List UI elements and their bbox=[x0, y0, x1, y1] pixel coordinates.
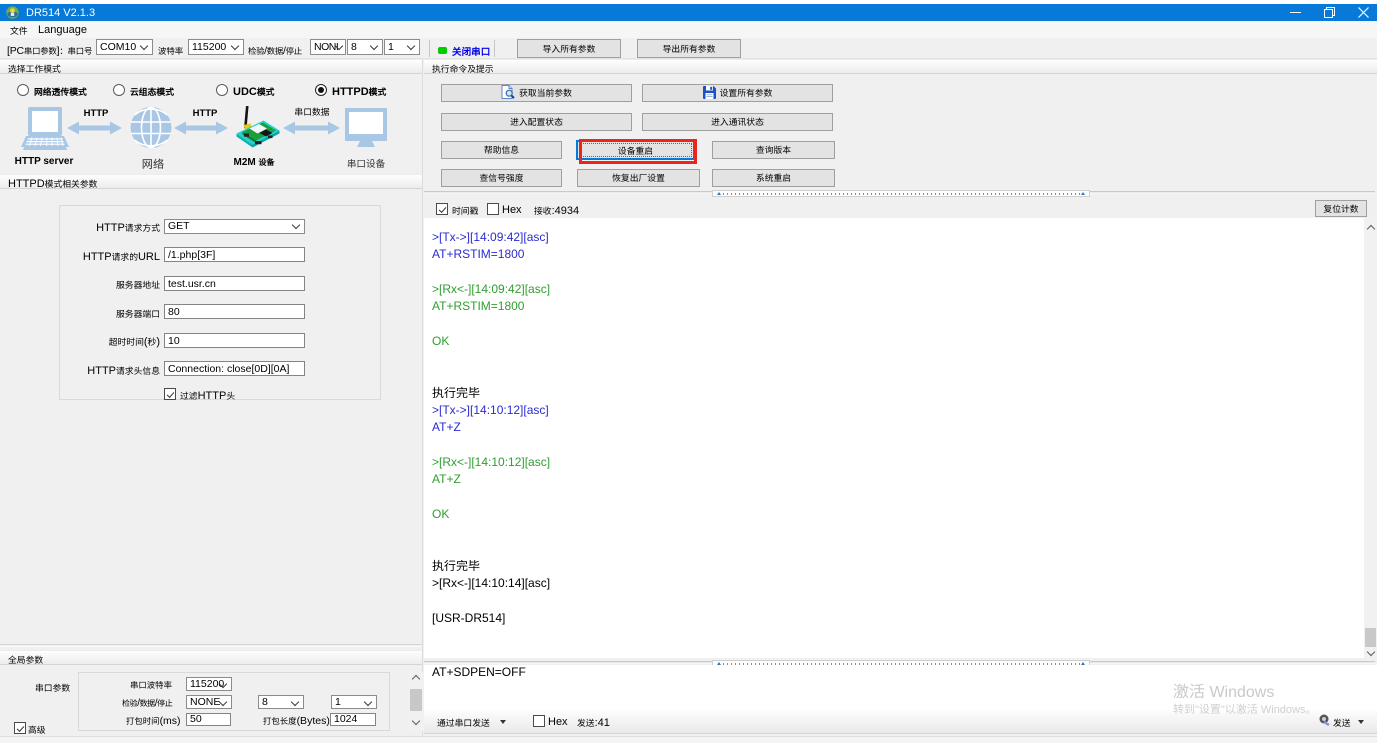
svg-text:网络: 网络 bbox=[142, 155, 164, 171]
svg-text:M2M 设备: M2M 设备 bbox=[234, 157, 276, 168]
svg-text:串口数据: 串口数据 bbox=[294, 106, 329, 118]
svg-text:HTTP server: HTTP server bbox=[15, 156, 74, 167]
svg-text:串口设备: 串口设备 bbox=[347, 156, 386, 170]
svg-text:HTTP: HTTP bbox=[193, 108, 218, 119]
svg-text:HTTP: HTTP bbox=[84, 108, 109, 119]
